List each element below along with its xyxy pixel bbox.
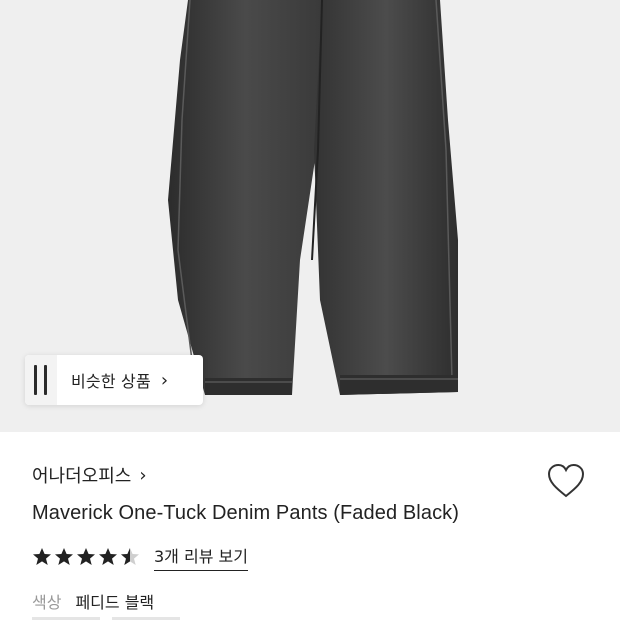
rating-row: 3개 리뷰 보기 xyxy=(32,543,248,571)
star-icon xyxy=(55,548,73,565)
brand-name: 어나더오피스 xyxy=(32,466,132,487)
chevron-right-icon: › xyxy=(160,369,169,391)
star-icon xyxy=(77,548,95,565)
similar-product-thumbnail xyxy=(25,355,57,405)
similar-products-button[interactable]: 비슷한 상품 › xyxy=(25,355,203,405)
star-icon xyxy=(33,548,51,565)
chevron-right-icon: › xyxy=(139,464,147,486)
reviews-link[interactable]: 3개 리뷰 보기 xyxy=(154,543,248,571)
product-title: Maverick One-Tuck Denim Pants (Faded Bla… xyxy=(32,502,460,524)
color-value: 페디드 블랙 xyxy=(75,593,155,612)
heart-outline-icon[interactable] xyxy=(546,462,586,500)
rating-stars xyxy=(32,547,142,567)
color-label: 색상 xyxy=(32,593,62,612)
similar-products-label: 비슷한 상품 xyxy=(71,372,151,391)
product-image[interactable]: 비슷한 상품 › xyxy=(0,0,620,432)
star-icon xyxy=(99,548,117,565)
brand-link[interactable]: 어나더오피스 › xyxy=(32,462,147,488)
color-row: 색상 페디드 블랙 xyxy=(32,589,154,613)
star-half-icon xyxy=(121,548,139,565)
